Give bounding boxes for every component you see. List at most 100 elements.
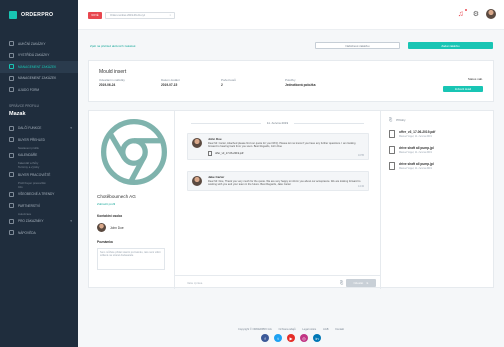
sidebar-item-management[interactable]: Management zakázek xyxy=(0,73,78,85)
facebook-icon[interactable]: f xyxy=(261,334,269,342)
twitter-icon[interactable]: t xyxy=(274,334,282,342)
attachments-panel: ⎘ Přílohy offer_v3_17-06-2019.pdf Manuel V… xyxy=(380,111,495,289)
field-value: 2 xyxy=(221,83,223,87)
field-label: Počet kusů xyxy=(221,78,236,82)
sidebar-item-vystrida[interactable]: Vystřídá zakázky xyxy=(0,50,78,62)
star-icon xyxy=(9,125,14,131)
offer-order-button[interactable]: Nabídnout zakázku xyxy=(315,42,400,49)
sidebar-item-label: Vystřídá zakázky xyxy=(18,53,50,58)
bell-icon[interactable]: ♫ xyxy=(458,8,468,18)
gear-icon[interactable]: ⚙ xyxy=(473,10,479,18)
file-name: drive shaft all pump.jpl xyxy=(399,162,434,166)
customer-panel: Chotěboumech AG Zobrazit profil Kontaktn… xyxy=(89,111,175,289)
app-root: ORDERPRO Aukční zakázky Vystřídá zakázky… xyxy=(0,0,504,347)
chat-date: 11. června 2019 xyxy=(266,121,289,125)
grid-icon xyxy=(9,218,14,224)
top-icons: ♫ ⚙ xyxy=(458,8,496,19)
sidebar-item-vseobecne[interactable]: Všeobecné a trendy xyxy=(0,189,78,201)
social-links: f t ▶ ◎ in xyxy=(78,334,504,342)
sidebar-item-label: Buyer pracoviště xyxy=(18,172,51,177)
message-input[interactable]: Vaše zpráva xyxy=(187,281,202,285)
contact-name: John Doe xyxy=(110,225,124,230)
sidebar-item-label: Management zakázek xyxy=(18,76,57,81)
message-attachment[interactable]: offer_v3_17-06-2019.pdf xyxy=(208,150,364,156)
footer-link[interactable]: Kontakt xyxy=(335,328,344,331)
attachments-heading: ⎘ Přílohy xyxy=(389,117,487,122)
sidebar-item-management-active[interactable]: Management zakázek xyxy=(0,61,78,73)
file-meta: Manuel Vogel, 11. června 2019 xyxy=(399,167,432,170)
send-arrow-icon: ➤ xyxy=(366,281,369,285)
calendar-icon xyxy=(9,152,14,158)
sidebar-item-label: Dalčí funkce xyxy=(18,126,42,131)
company-logo-icon xyxy=(101,119,167,185)
avatar xyxy=(192,138,202,148)
file-name: drive shaft all pump.jpl xyxy=(399,146,434,150)
document-icon xyxy=(389,162,395,170)
sidebar-item-label: Management zakázek xyxy=(18,64,57,69)
footer-link[interactable]: Legal notice xyxy=(302,328,316,331)
sidebar-nav: Aukční zakázky Vystřídá zakázky Manageme… xyxy=(0,30,78,96)
sidebar-item-aukcni[interactable]: Aukční zakázky xyxy=(0,38,78,50)
instagram-icon[interactable]: ◎ xyxy=(300,334,308,342)
file-item[interactable]: offer_v3_17-06-2019.pdf Manuel Vogel, 11.… xyxy=(389,130,487,138)
file-item[interactable]: drive shaft all pump.jpl Manuel Vogel, 11… xyxy=(389,146,487,154)
sidebar-item-label: Všeobecné a trendy xyxy=(18,192,55,197)
chevron-down-icon: ▾ xyxy=(70,126,72,131)
back-link[interactable]: Zpět na přehled aktivních zakázek xyxy=(90,44,136,48)
grid-icon xyxy=(9,52,14,58)
sidebar-item-pro-zakazniky[interactable]: Pro zákazníky ▾ xyxy=(0,216,78,228)
message-time: 14:32 xyxy=(358,184,364,188)
sidebar-item-label: Partnerství xyxy=(18,203,41,208)
contact-row[interactable]: John Doe xyxy=(97,223,166,232)
main-content: Zpět na přehled aktivních zakázek Nabídn… xyxy=(78,30,504,347)
sidebar-item-label: Pro zákazníky xyxy=(18,219,44,224)
top-bar: NOVÉ Order-number-2019-06-24-xyz × ♫ ⚙ xyxy=(78,0,504,30)
message-author: Jake Carter xyxy=(208,175,225,179)
link-icon xyxy=(9,203,14,209)
logo[interactable]: ORDERPRO xyxy=(0,0,78,30)
footer-link[interactable]: AGB xyxy=(323,328,328,331)
new-tag-badge[interactable]: NOVÉ xyxy=(88,12,102,19)
logo-text: ORDERPRO xyxy=(21,12,54,18)
show-detail-button[interactable]: Zobrazit detail xyxy=(443,86,483,92)
sidebar-item-ajudo[interactable]: Ajudo form xyxy=(0,84,78,96)
paperclip-icon: ⎘ xyxy=(389,117,393,122)
footer: Copyright © ORDERPRO AG Ochrana údajů Le… xyxy=(78,328,504,331)
sidebar-item-partnerstvi[interactable]: Partnerství xyxy=(0,200,78,212)
tab-label: Order-number-2019-06-24-xyz xyxy=(110,14,146,17)
notification-badge xyxy=(463,8,468,12)
create-order-button[interactable]: Zadat zakázku xyxy=(408,42,493,49)
close-icon[interactable]: × xyxy=(169,14,171,17)
avatar xyxy=(97,223,106,232)
sidebar-item-buyer-pracoviste[interactable]: Buyer pracoviště xyxy=(0,169,78,181)
note-textarea[interactable]: Sem můžete přidat vlastní poznámku, tato… xyxy=(97,248,165,270)
file-meta: Manuel Vogel, 11. června 2019 xyxy=(399,151,432,154)
file-item[interactable]: drive shaft all pump.jpl Manuel Vogel, 11… xyxy=(389,162,487,170)
order-field: Datum dodání 2019-07-15 xyxy=(161,78,180,87)
attachments-title: Přílohy xyxy=(396,117,406,122)
order-detail-card: Chotěboumech AG Zobrazit profil Kontaktn… xyxy=(88,110,495,289)
sidebar-item-kalendare[interactable]: Kalendáře xyxy=(0,150,78,162)
document-icon xyxy=(208,150,212,156)
message-text: Dear Mr. Doe, Thank you very much for th… xyxy=(208,180,361,187)
avatar[interactable] xyxy=(486,9,496,19)
profile-section-value[interactable]: Mazak xyxy=(0,108,78,123)
chat-date-divider: 11. června 2019 xyxy=(175,121,380,125)
open-order-tab[interactable]: Order-number-2019-06-24-xyz × xyxy=(105,12,175,19)
sidebar-nav-secondary: Dalčí funkce ▾ Buyer přehled Nastavení pr… xyxy=(0,123,78,239)
linkedin-icon[interactable]: in xyxy=(313,334,321,342)
sidebar-item-napoveda[interactable]: Nápověda xyxy=(0,227,78,239)
youtube-icon[interactable]: ▶ xyxy=(287,334,295,342)
paperclip-icon[interactable]: ⎘ xyxy=(340,280,343,285)
chat-panel: 11. června 2019 John Doe Dear Mr. Carter… xyxy=(175,111,380,289)
sidebar-item-label: Ajudo form xyxy=(18,87,40,92)
send-button[interactable]: Odeslat ➤ xyxy=(346,279,376,287)
footer-link[interactable]: Ochrana údajů xyxy=(279,328,296,331)
sidebar-item-buyer-prehled[interactable]: Buyer přehled xyxy=(0,134,78,146)
order-title: Mould insert xyxy=(99,69,127,75)
document-icon xyxy=(389,130,395,138)
sidebar-item-dalsi[interactable]: Dalčí funkce ▾ xyxy=(0,123,78,135)
order-info-card: Mould insert Odesláním nabídky 2019-06-2… xyxy=(88,60,494,102)
order-field: Položky Jednotková položka xyxy=(285,78,315,87)
company-profile-link[interactable]: Zobrazit profil xyxy=(97,202,166,206)
